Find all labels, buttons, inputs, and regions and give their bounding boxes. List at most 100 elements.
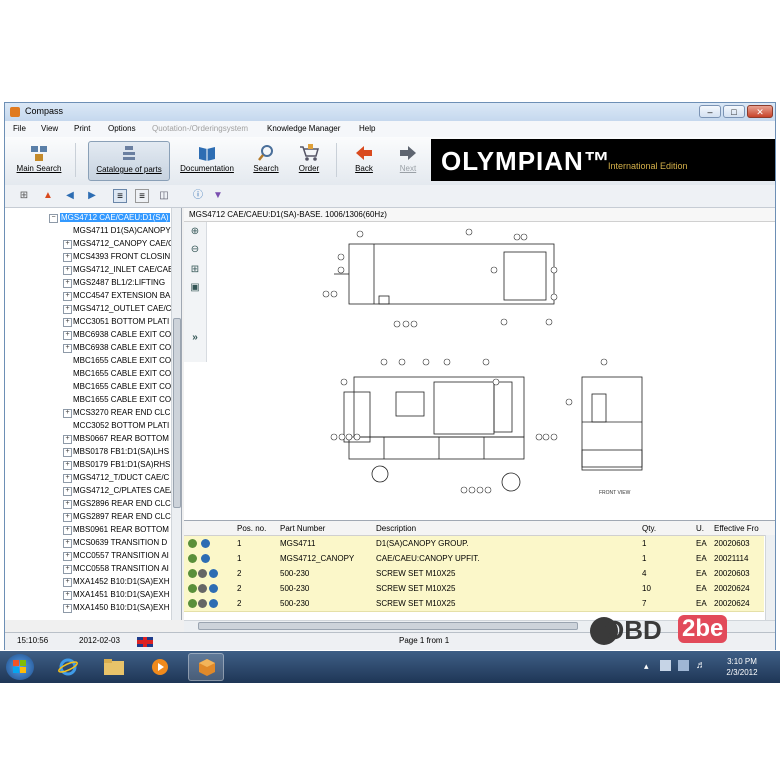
up-icon[interactable]: ▲ [41, 189, 55, 203]
tree-item[interactable]: + MBS0179 FB1:D1(SA)RHS [5, 459, 171, 472]
tree-item[interactable]: + MBC6938 CABLE EXIT CO [5, 342, 171, 355]
tray-volume-icon[interactable]: ♬ [696, 660, 706, 671]
expand-icon[interactable]: + [63, 591, 72, 600]
documentation-button[interactable]: Documentation [175, 141, 239, 181]
expand-icon[interactable]: + [63, 253, 72, 262]
tree-item[interactable]: + MBS0178 FB1:D1(SA)LHS [5, 446, 171, 459]
expand-icon[interactable]: + [63, 578, 72, 587]
tree-item[interactable]: + MCC0558 TRANSITION AI [5, 563, 171, 576]
tray-network-icon[interactable] [678, 660, 689, 671]
tree-scroll-thumb[interactable] [173, 318, 181, 508]
tree-item[interactable]: + MGS4712_INLET CAE/CAE [5, 264, 171, 277]
title-bar[interactable]: Compass – □ ✕ [5, 103, 775, 121]
menu-print[interactable]: Print [74, 124, 90, 133]
menu-help[interactable]: Help [359, 124, 375, 133]
col-pos[interactable]: Pos. no. [237, 524, 266, 533]
gear-icon[interactable] [188, 554, 197, 563]
back-button[interactable]: Back [349, 141, 379, 181]
tray-clock[interactable]: 3:10 PM 2/3/2012 [716, 656, 768, 678]
tree-item[interactable]: + MBS0667 REAR BOTTOM [5, 433, 171, 446]
info-icon[interactable]: ⓘ [191, 189, 205, 203]
detail-view-icon[interactable]: ≡ [135, 189, 149, 203]
tree-item[interactable]: + MCS3270 REAR END CLC [5, 407, 171, 420]
tree-item[interactable]: + MXA1450 B10:D1(SA)EXH [5, 602, 171, 615]
taskbar-media-player[interactable] [142, 653, 178, 681]
gear-icon[interactable] [188, 599, 197, 608]
expand-icon[interactable]: + [63, 461, 72, 470]
menu-options[interactable]: Options [108, 124, 136, 133]
order-button[interactable]: Order [293, 141, 325, 181]
filter-icon[interactable]: ▼ [211, 189, 225, 203]
tree-item[interactable]: − MGS4712 CAE/CAEU:D1(SA) [5, 212, 171, 225]
info-icon[interactable] [209, 584, 218, 593]
main-search-button[interactable]: Main Search [15, 141, 63, 181]
close-button[interactable]: ✕ [747, 105, 773, 118]
tree-item[interactable]: + MCC3051 BOTTOM PLATI [5, 316, 171, 329]
search-button[interactable]: Search [249, 141, 283, 181]
expand-icon[interactable]: + [63, 266, 72, 275]
expand-icon[interactable]: + [63, 604, 72, 613]
tree-item[interactable]: + MCS0639 TRANSITION D [5, 537, 171, 550]
col-unit[interactable]: U. [696, 524, 704, 533]
next-button[interactable]: Next [393, 141, 423, 181]
parts-row[interactable]: 1 MGS4712_CANOPY CAE/CAEU:CANOPY UPFIT. 1 EA… [184, 551, 764, 567]
tree-item[interactable]: + MGS2896 REAR END CLC [5, 498, 171, 511]
start-button[interactable] [6, 654, 34, 680]
minimize-button[interactable]: – [699, 105, 721, 118]
uk-flag-icon[interactable] [137, 637, 153, 647]
info-icon[interactable] [209, 569, 218, 578]
tree-item[interactable]: + MGS4712_C/PLATES CAE/ [5, 485, 171, 498]
parts-scrollbar[interactable] [765, 535, 775, 621]
expand-icon[interactable]: + [63, 513, 72, 522]
expand-icon[interactable]: + [63, 565, 72, 574]
tree-item[interactable]: + MXA1452 B10:D1(SA)EXH [5, 576, 171, 589]
expand-icon[interactable]: + [63, 448, 72, 457]
catalogue-button[interactable]: Catalogue of parts [88, 141, 170, 181]
expand-icon[interactable]: + [63, 292, 72, 301]
menu-file[interactable]: File [13, 124, 26, 133]
tree-item[interactable]: + MCS4393 FRONT CLOSIN [5, 251, 171, 264]
info-icon[interactable] [201, 539, 210, 548]
expand-icon[interactable]: + [63, 539, 72, 548]
expand-icon[interactable]: + [63, 500, 72, 509]
cart-icon[interactable] [198, 599, 207, 608]
col-effective-from[interactable]: Effective Fro [714, 524, 759, 533]
expand-icon[interactable]: + [63, 344, 72, 353]
gear-icon[interactable] [188, 539, 197, 548]
expand-icon[interactable]: + [63, 331, 72, 340]
maximize-button[interactable]: □ [723, 105, 745, 118]
tree-item[interactable]: + MXA1451 B10:D1(SA)EXH [5, 589, 171, 602]
tree-item[interactable]: MCC3052 BOTTOM PLATI [5, 420, 171, 433]
parts-row[interactable]: 2 500-230 SCREW SET M10X25 10 EA 20020624 [184, 581, 764, 597]
expand-icon[interactable]: + [63, 487, 72, 496]
tray-flag-icon[interactable] [660, 660, 671, 671]
expand-icon[interactable]: + [63, 318, 72, 327]
expand-icon[interactable]: + [63, 435, 72, 444]
taskbar-compass[interactable] [188, 653, 224, 681]
cart-icon[interactable] [198, 569, 207, 578]
tree-item[interactable]: + MGS2487 BL1/2:LIFTING [5, 277, 171, 290]
list-view-icon[interactable]: ≡ [113, 189, 127, 203]
info-icon[interactable] [201, 554, 210, 563]
expand-icon[interactable]: + [63, 240, 72, 249]
tree-item[interactable]: + MCC0557 TRANSITION AI [5, 550, 171, 563]
collapse-icon[interactable]: − [49, 214, 58, 223]
tree-item[interactable]: + MBC6938 CABLE EXIT CO [5, 329, 171, 342]
gear-icon[interactable] [188, 569, 197, 578]
split-view-icon[interactable]: ◫ [157, 189, 171, 203]
tree-item[interactable]: MBC1655 CABLE EXIT CO [5, 355, 171, 368]
tree-item[interactable]: MBC1655 CABLE EXIT CO [5, 368, 171, 381]
tree-item[interactable]: + MGS4712_T/DUCT CAE/C [5, 472, 171, 485]
expand-icon[interactable]: + [63, 279, 72, 288]
cart-icon[interactable] [198, 584, 207, 593]
tree-item[interactable]: + MBS0961 REAR BOTTOM [5, 524, 171, 537]
tree-item[interactable]: + MCC4547 EXTENSION BA [5, 290, 171, 303]
expand-icon[interactable]: + [63, 526, 72, 535]
tree-scrollbar[interactable] [171, 208, 181, 620]
expand-icon[interactable]: + [63, 409, 72, 418]
parts-row[interactable]: 2 500-230 SCREW SET M10X25 4 EA 20020603 [184, 566, 764, 582]
menu-quotation[interactable]: Quotation-/Orderingsystem [152, 124, 248, 133]
back-small-icon[interactable]: ◀ [63, 189, 77, 203]
gear-icon[interactable] [188, 584, 197, 593]
forward-small-icon[interactable]: ▶ [85, 189, 99, 203]
